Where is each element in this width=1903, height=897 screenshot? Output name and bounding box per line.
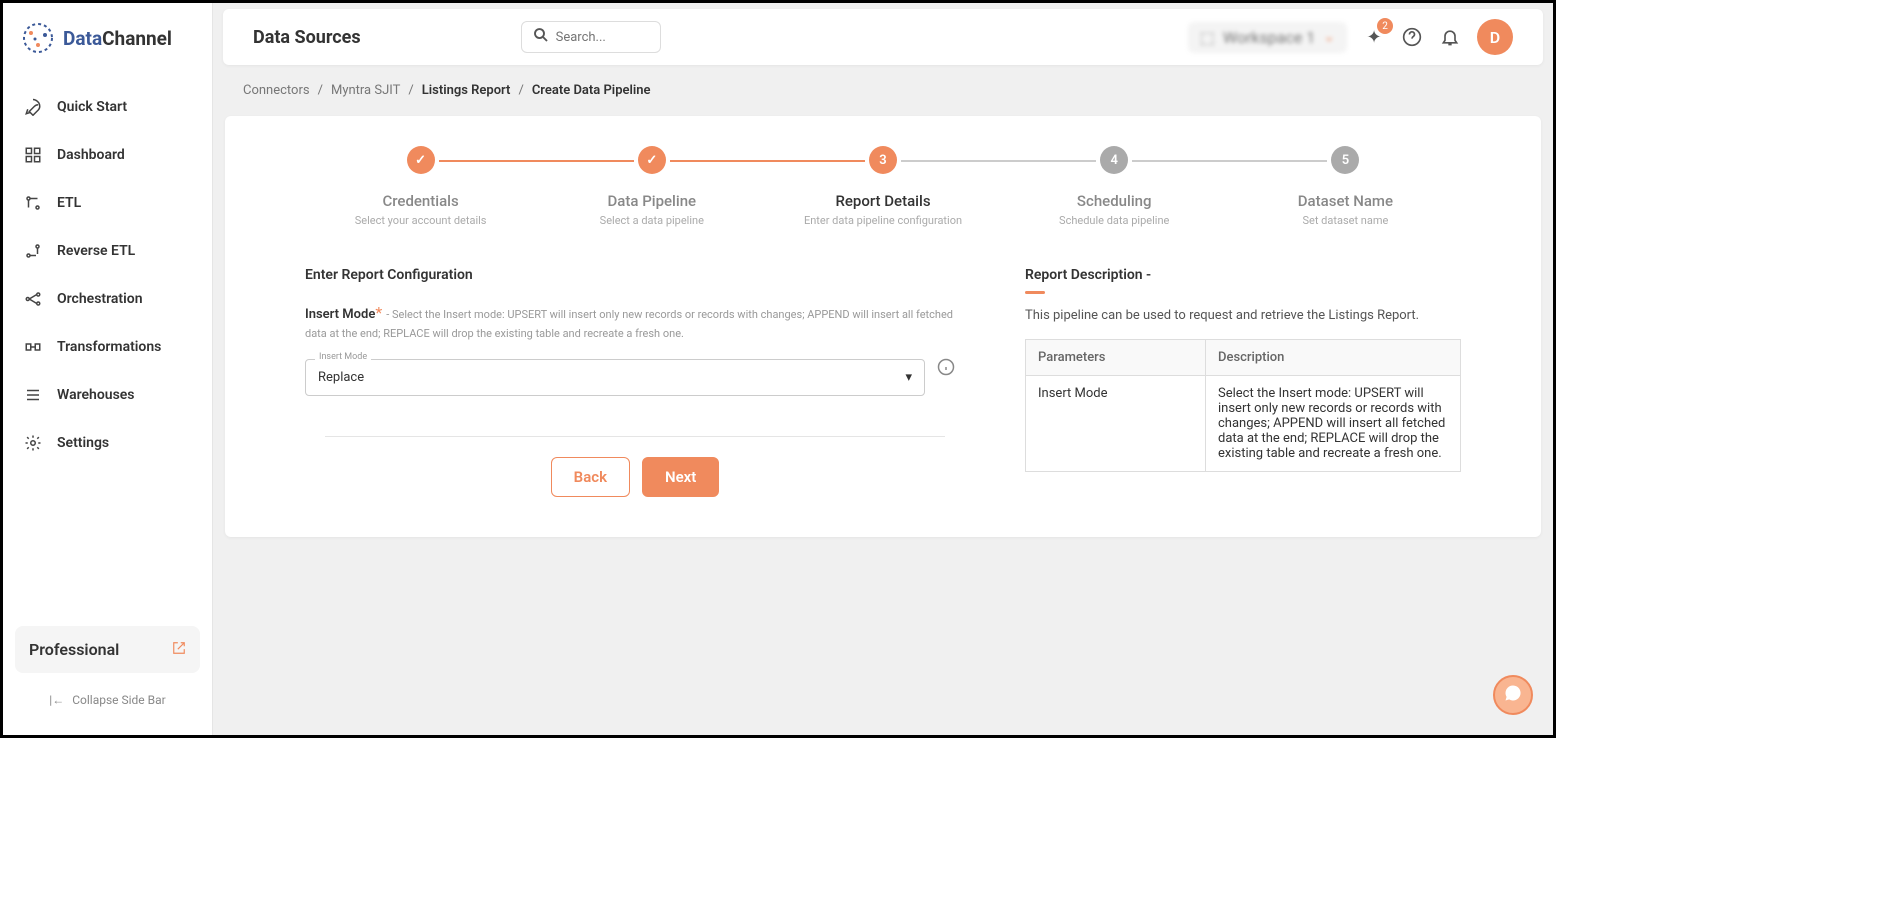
td-param: Insert Mode [1026,376,1206,472]
required-mark: * [375,303,382,322]
td-desc: Select the Insert mode: UPSERT will inse… [1206,376,1461,472]
step-dataset-name[interactable]: 5 Dataset Name Set dataset name [1230,146,1461,227]
nav-quick-start[interactable]: Quick Start [13,85,202,129]
th-desc: Description [1206,340,1461,376]
desc-title: Report Description - [1025,267,1461,283]
sparkle-icon[interactable]: ✦2 [1363,26,1385,48]
step-data-pipeline[interactable]: ✓ Data Pipeline Select a data pipeline [536,146,767,227]
nav-orchestration[interactable]: Orchestration [13,277,202,321]
insert-mode-select[interactable]: Replace ▾ [305,359,925,396]
logo-text: DataChannel [63,27,172,50]
step-connector [901,160,1096,162]
gear-icon [23,433,43,453]
back-button[interactable]: Back [551,457,630,497]
transform-icon [23,337,43,357]
chevron-down-icon: ▾ [905,370,912,385]
stepper: ✓ Credentials Select your account detail… [225,146,1541,227]
step-credentials[interactable]: ✓ Credentials Select your account detail… [305,146,536,227]
sidebar: DataChannel Quick Start Dashboard ETL Re… [3,3,213,735]
avatar[interactable]: D [1477,19,1513,55]
main: Data Sources ⬚ Workspace 1 ⌄ ✦2 D Connec… [213,3,1553,735]
help-icon[interactable] [1401,26,1423,48]
step-connector [439,160,634,162]
search-icon [532,26,550,48]
params-table: ParametersDescription Insert ModeSelect … [1025,339,1461,472]
page-title: Data Sources [253,27,361,48]
badge-count: 2 [1377,18,1393,34]
nav-settings[interactable]: Settings [13,421,202,465]
field-label: Insert Mode [305,307,375,322]
nav-label: Transformations [57,339,161,355]
desc-text: This pipeline can be used to request and… [1025,308,1461,323]
crumb[interactable]: Myntra SJIT [331,83,400,98]
flow-icon [23,289,43,309]
field-block: Insert Mode* - Select the Insert mode: U… [305,303,965,341]
chevron-down-icon: ⌄ [1323,29,1335,45]
content-card: ✓ Credentials Select your account detail… [225,116,1541,537]
step-report-details[interactable]: 3 Report Details Enter data pipeline con… [767,146,998,227]
nav: Quick Start Dashboard ETL Reverse ETL Or… [3,75,212,626]
search-input[interactable] [556,30,646,45]
nav-label: Orchestration [57,291,143,307]
step-number: 4 [1100,146,1128,174]
crumb[interactable]: Connectors [243,83,310,98]
step-connector [670,160,865,162]
etl-icon [23,193,43,213]
field-help: - Select the Insert mode: UPSERT will in… [305,308,953,340]
float-label: Insert Mode [315,352,371,362]
title-underline [1025,291,1045,294]
nav-warehouses[interactable]: Warehouses [13,373,202,417]
select-wrap: Insert Mode Replace ▾ [305,359,925,396]
nav-label: Warehouses [57,387,135,403]
workspace-selector[interactable]: ⬚ Workspace 1 ⌄ [1188,22,1347,53]
database-icon [23,385,43,405]
collapse-icon: |← [49,693,64,707]
nav-transformations[interactable]: Transformations [13,325,202,369]
nav-label: Dashboard [57,147,125,163]
workspace-label: Workspace 1 [1223,28,1315,47]
nav-label: Quick Start [57,99,127,115]
collapse-sidebar[interactable]: |← Collapse Side Bar [3,683,212,717]
reverse-etl-icon [23,241,43,261]
rocket-icon [23,97,43,117]
step-connector [1132,160,1327,162]
breadcrumbs: Connectors/ Myntra SJIT/ Listings Report… [213,65,1553,116]
external-link-icon [172,640,186,659]
check-icon: ✓ [407,146,435,174]
chat-fab[interactable] [1493,675,1533,715]
nav-reverse-etl[interactable]: Reverse ETL [13,229,202,273]
nav-etl[interactable]: ETL [13,181,202,225]
bell-icon[interactable] [1439,26,1461,48]
step-number: 3 [869,146,897,174]
chat-icon [1503,683,1523,707]
divider [325,436,945,437]
nav-label: Reverse ETL [57,243,135,259]
plan-card[interactable]: Professional [15,626,200,673]
logo[interactable]: DataChannel [3,21,212,75]
form-left: Enter Report Configuration Insert Mode* … [305,267,965,497]
crumb-current: Create Data Pipeline [532,83,651,98]
step-scheduling[interactable]: 4 Scheduling Schedule data pipeline [999,146,1230,227]
plan-label: Professional [29,640,119,659]
logo-icon [21,21,55,55]
form-right: Report Description - This pipeline can b… [1025,267,1461,497]
info-icon[interactable] [937,358,955,380]
step-number: 5 [1331,146,1359,174]
check-icon: ✓ [638,146,666,174]
select-value: Replace [318,370,364,385]
table-row: Insert ModeSelect the Insert mode: UPSER… [1026,376,1461,472]
next-button[interactable]: Next [642,457,719,497]
th-params: Parameters [1026,340,1206,376]
nav-label: ETL [57,195,81,211]
nav-label: Settings [57,435,109,451]
collapse-label: Collapse Side Bar [72,693,166,707]
crumb[interactable]: Listings Report [422,83,511,98]
workspace-icon: ⬚ [1200,28,1215,47]
section-title: Enter Report Configuration [305,267,965,283]
grid-icon [23,145,43,165]
search-box[interactable] [521,21,661,53]
topbar: Data Sources ⬚ Workspace 1 ⌄ ✦2 D [223,9,1543,65]
nav-dashboard[interactable]: Dashboard [13,133,202,177]
